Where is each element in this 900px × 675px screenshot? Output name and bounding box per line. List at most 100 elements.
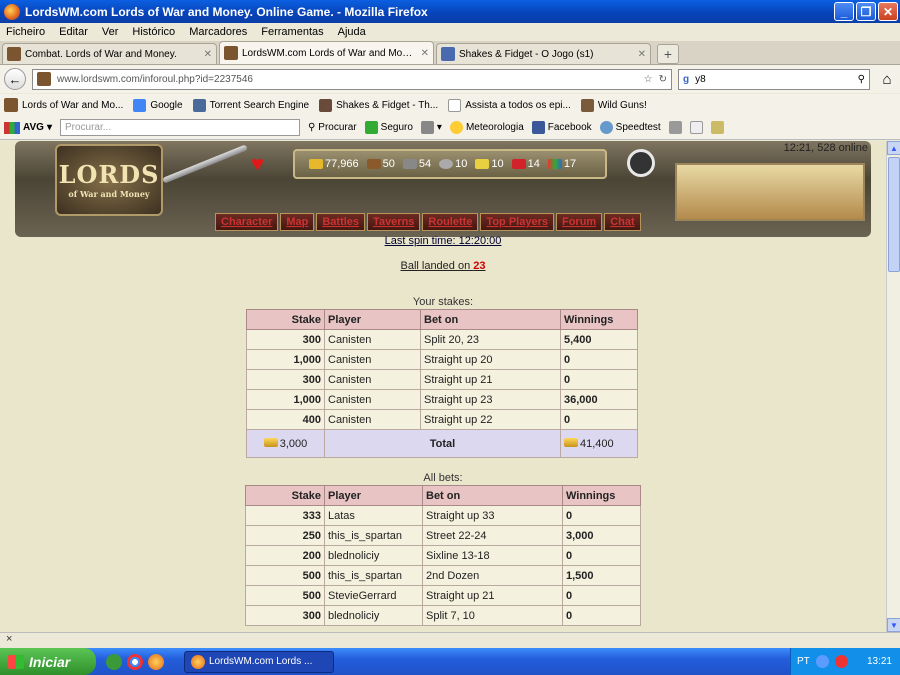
magnifier-icon[interactable]: ⚲: [858, 74, 865, 85]
ball-landed-link[interactable]: Ball landed on 23: [0, 260, 886, 272]
search-box[interactable]: g y8 ⚲: [678, 68, 870, 90]
close-addon-bar-icon[interactable]: ×: [6, 633, 12, 645]
tab-combat[interactable]: Combat. Lords of War and Money. ✕: [2, 43, 217, 64]
back-button[interactable]: ←: [4, 68, 26, 90]
menu-editar[interactable]: Editar: [59, 26, 88, 38]
scroll-up-icon[interactable]: ▲: [887, 141, 900, 155]
cell-winnings: 0: [560, 349, 638, 370]
cell-stake: 500: [245, 565, 325, 586]
scroll-thumb[interactable]: [888, 157, 900, 272]
avg-search-input[interactable]: Procurar...: [59, 119, 300, 136]
shakes-icon: [319, 98, 333, 112]
status-bar: ×: [0, 632, 900, 648]
cell-bet: Straight up 22: [420, 409, 561, 430]
avg-menu[interactable]: AVG ▾: [4, 121, 52, 134]
bookmark-lordswm[interactable]: Lords of War and Mo...: [4, 98, 123, 112]
cell-player[interactable]: blednoliciy: [324, 605, 423, 626]
close-button[interactable]: ✕: [878, 2, 898, 21]
tab-shakes[interactable]: Shakes & Fidget - O Jogo (s1) ✕: [436, 43, 651, 64]
home-button[interactable]: ⌂: [876, 68, 898, 90]
avg-item-label: Meteorologia: [465, 122, 524, 133]
menu-historico[interactable]: Histórico: [132, 26, 175, 38]
menu-character[interactable]: Character: [215, 213, 279, 231]
cell-player[interactable]: Canisten: [324, 389, 421, 410]
cell-player[interactable]: Canisten: [324, 349, 421, 370]
scroll-down-icon[interactable]: ▼: [887, 618, 900, 632]
bookmark-star-icon[interactable]: ☆: [644, 74, 653, 85]
taskbar-firefox-window[interactable]: LordsWM.com Lords ...: [184, 650, 334, 673]
menu-ajuda[interactable]: Ajuda: [338, 26, 366, 38]
wood-icon: [366, 159, 381, 169]
menu-ficheiro[interactable]: Ficheiro: [6, 26, 45, 38]
cell-bet: Split 20, 23: [420, 329, 561, 350]
gold-stat: 77,966: [309, 158, 359, 170]
close-tab-icon[interactable]: ✕: [421, 48, 429, 59]
language-indicator[interactable]: PT: [797, 656, 810, 667]
notes-button[interactable]: [689, 121, 703, 134]
bookmark-label: Torrent Search Engine: [209, 99, 310, 111]
address-bar[interactable]: www.lordswm.com/inforoul.php?id=2237546 …: [32, 68, 672, 90]
menu-top-players[interactable]: Top Players: [480, 213, 554, 231]
menu-battles[interactable]: Battles: [316, 213, 366, 231]
weather-icon: [449, 121, 463, 134]
bookmark-shakes[interactable]: Shakes & Fidget - Th...: [319, 98, 438, 112]
menu-forum[interactable]: Forum: [555, 213, 603, 231]
close-tab-icon[interactable]: ✕: [204, 49, 212, 60]
speedtest-button[interactable]: Speedtest: [599, 121, 661, 134]
menu-chat[interactable]: Chat: [604, 213, 641, 231]
maximize-button[interactable]: ❐: [856, 2, 876, 21]
tab-label: LordsWM.com Lords of War and Money. ...: [242, 47, 417, 59]
avg-safe-button[interactable]: Seguro: [364, 121, 413, 134]
header-winnings: Winnings: [560, 309, 638, 330]
cell-player[interactable]: Canisten: [324, 329, 421, 350]
cell-player[interactable]: blednoliciy: [324, 545, 423, 566]
start-button[interactable]: Iniciar: [0, 648, 96, 675]
header-bet-on: Bet on: [420, 309, 561, 330]
menu-ver[interactable]: Ver: [102, 26, 119, 38]
firefox-icon[interactable]: [148, 653, 164, 670]
bookmark-wildguns[interactable]: Wild Guns!: [580, 98, 647, 112]
cell-player[interactable]: Latas: [324, 505, 423, 526]
cell-player[interactable]: this_is_spartan: [324, 525, 423, 546]
cell-player[interactable]: this_is_spartan: [324, 565, 423, 586]
utorrent-icon[interactable]: [106, 653, 122, 670]
minimize-button[interactable]: _: [834, 2, 854, 21]
navigation-bar: ← www.lordswm.com/inforoul.php?id=223754…: [0, 65, 900, 93]
menu-marcadores[interactable]: Marcadores: [189, 26, 247, 38]
bookmark-google[interactable]: Google: [133, 98, 183, 112]
facebook-button[interactable]: Facebook: [531, 121, 592, 134]
menu-roulette[interactable]: Roulette: [422, 213, 479, 231]
new-tab-button[interactable]: +: [657, 44, 679, 64]
bookmark-assista[interactable]: Assista a todos os epi...: [448, 98, 571, 112]
trash-button[interactable]: ▾: [420, 121, 442, 134]
menu-ferramentas[interactable]: Ferramentas: [261, 26, 323, 38]
reload-icon[interactable]: ↻: [659, 74, 667, 85]
window-titlebar: LordsWM.com Lords of War and Money. Onli…: [0, 0, 900, 23]
last-spin-link[interactable]: Last spin time: 12:20:00: [0, 235, 886, 247]
tab-lordswm[interactable]: LordsWM.com Lords of War and Money. ... …: [219, 41, 434, 64]
facebook-icon: [531, 121, 545, 134]
avg-search-button[interactable]: ⚲ Procurar: [308, 122, 357, 133]
cell-player[interactable]: StevieGerrard: [324, 585, 423, 606]
cell-stake: 250: [245, 525, 325, 546]
cell-winnings: 0: [562, 505, 641, 526]
chrome-icon[interactable]: [127, 653, 143, 670]
cell-bet: 2nd Dozen: [422, 565, 563, 586]
cell-player[interactable]: Canisten: [324, 369, 421, 390]
network-icon[interactable]: [815, 655, 829, 668]
cell-winnings: 0: [560, 409, 638, 430]
firefox-icon: [4, 3, 20, 20]
bookmark-torrent[interactable]: Torrent Search Engine: [192, 98, 310, 112]
cell-player[interactable]: Canisten: [324, 409, 421, 430]
close-tab-icon[interactable]: ✕: [638, 49, 646, 60]
avg-tray-icon[interactable]: [834, 655, 848, 668]
ring-icon[interactable]: [627, 149, 655, 177]
weather-button[interactable]: Meteorologia: [449, 121, 524, 134]
menu-map[interactable]: Map: [280, 213, 315, 231]
menu-taverns[interactable]: Taverns: [367, 213, 421, 231]
snapshot-button[interactable]: [710, 121, 724, 134]
vertical-scrollbar[interactable]: ▲ ▼: [886, 141, 900, 632]
calculator-button[interactable]: [668, 121, 682, 134]
table-row: 250 this_is_spartan Street 22-24 3,000: [245, 525, 641, 546]
game-logo[interactable]: LORDS of War and Money: [55, 144, 163, 216]
